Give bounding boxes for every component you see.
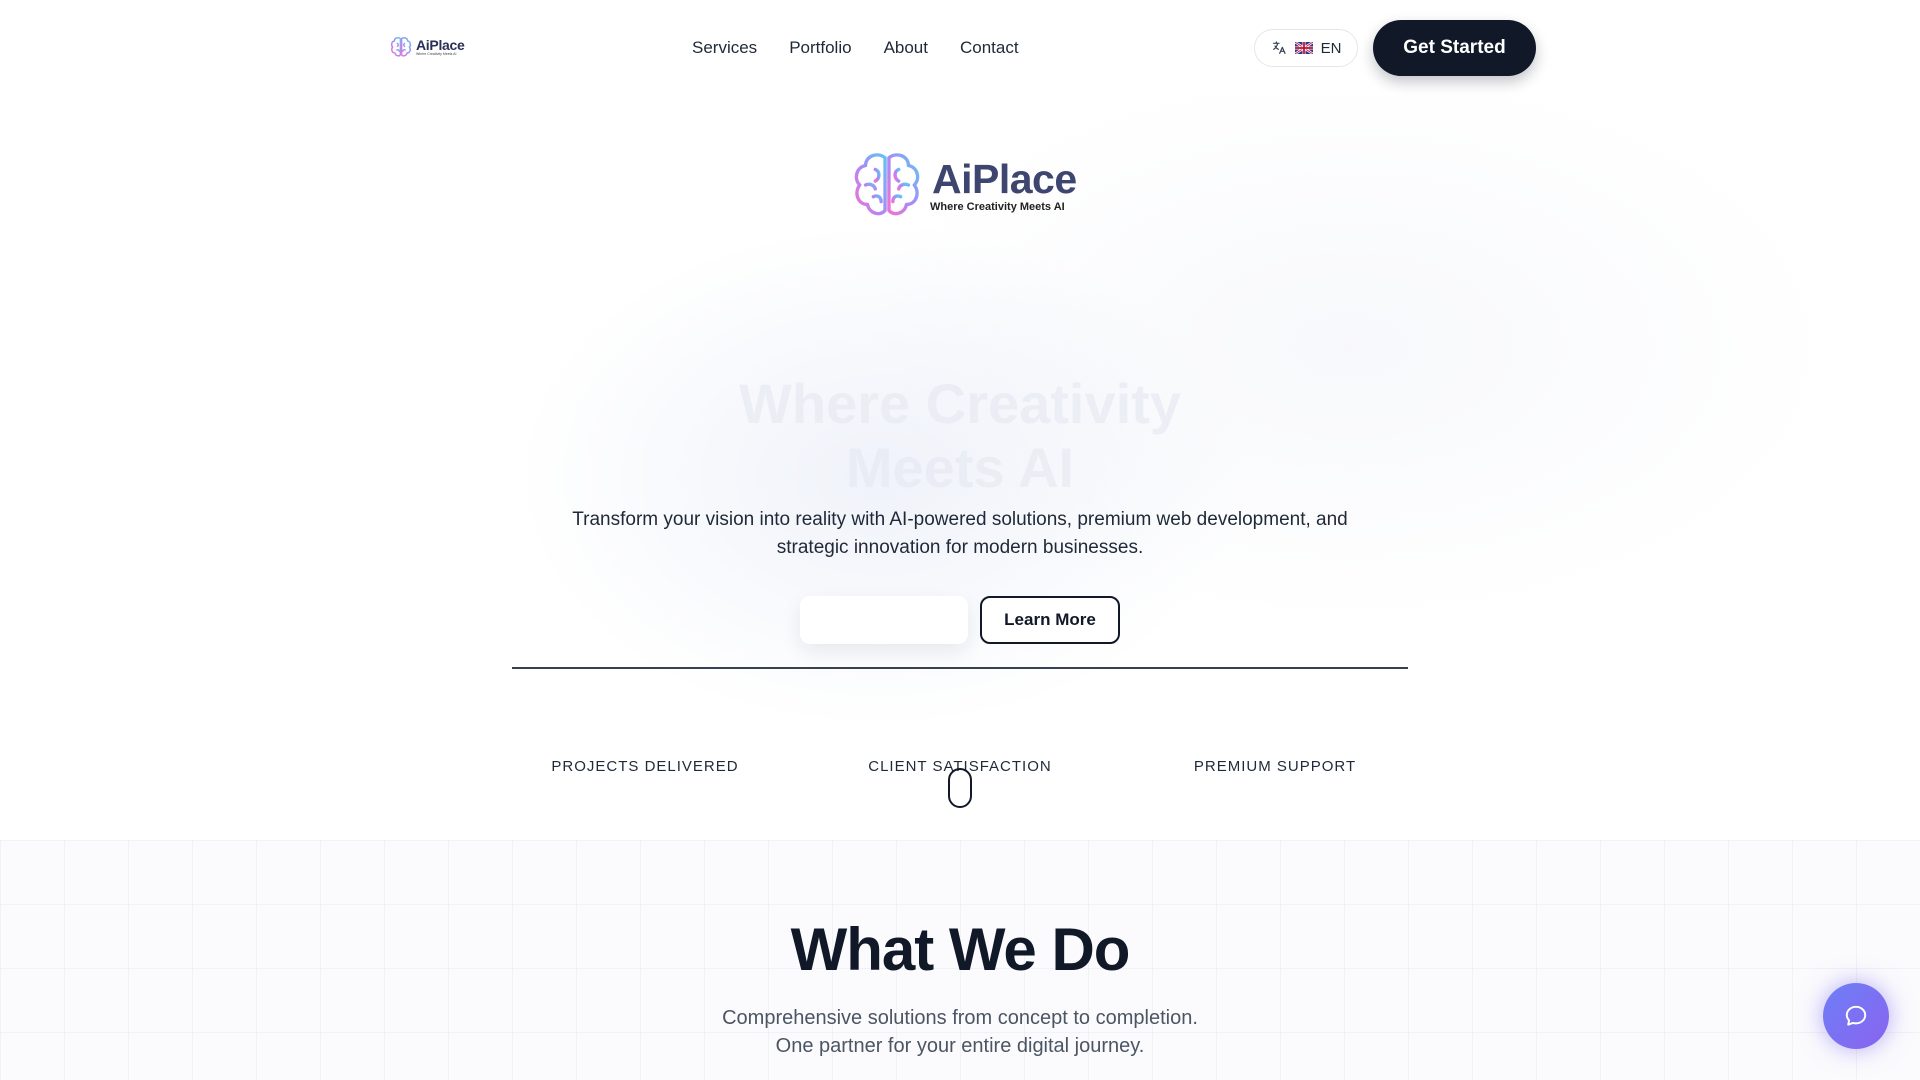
nav-services[interactable]: Services bbox=[692, 36, 757, 60]
get-started-button[interactable]: Get Started bbox=[1373, 20, 1536, 76]
hero-logo-name: AiPlace bbox=[932, 156, 1077, 202]
brain-logo-icon bbox=[390, 37, 412, 57]
primary-hero-button[interactable] bbox=[800, 596, 968, 644]
chat-button[interactable] bbox=[1823, 983, 1889, 1049]
translate-icon bbox=[1272, 41, 1286, 54]
nav-portfolio[interactable]: Portfolio bbox=[789, 36, 851, 60]
hero-logo-tagline: Where Creativity Meets AI bbox=[930, 201, 1065, 213]
brain-logo-icon bbox=[854, 153, 920, 216]
scroll-indicator[interactable] bbox=[948, 768, 972, 808]
hero-logo: AiPlace Where Creativity Meets AI bbox=[848, 146, 1077, 224]
hero-title-line2: Meets AI bbox=[845, 436, 1075, 499]
section-title: What We Do bbox=[790, 916, 1131, 983]
language-code: EN bbox=[1320, 39, 1342, 57]
main-nav: Services Portfolio About Contact bbox=[692, 36, 1019, 60]
logo-name: AiPlace bbox=[416, 36, 465, 53]
section-subtitle-line2: One partner for your entire digital jour… bbox=[775, 1035, 1145, 1057]
header-logo[interactable]: AiPlace Where Creativity Meets AI bbox=[389, 34, 465, 60]
chat-bubble-icon bbox=[1845, 1005, 1867, 1026]
learn-more-button[interactable]: Learn More bbox=[980, 596, 1120, 644]
section-subtitle: Comprehensive solutions from concept to … bbox=[0, 1004, 1920, 1060]
language-selector[interactable]: EN bbox=[1254, 29, 1358, 67]
uk-flag-icon bbox=[1294, 42, 1313, 54]
section-subtitle-line1: Comprehensive solutions from concept to … bbox=[722, 1007, 1198, 1029]
logo-tagline: Where Creativity Meets AI bbox=[416, 51, 457, 56]
hero-title-line1: Where Creativity bbox=[739, 372, 1181, 435]
nav-about[interactable]: About bbox=[884, 36, 928, 60]
nav-contact[interactable]: Contact bbox=[960, 36, 1019, 60]
hero-divider bbox=[512, 667, 1408, 669]
hero-title: Where Creativity Meets AI bbox=[700, 372, 1220, 500]
stat-projects-delivered: PROJECTS DELIVERED bbox=[551, 758, 739, 775]
hero-description: Transform your vision into reality with … bbox=[572, 509, 1348, 558]
stat-premium-support: PREMIUM SUPPORT bbox=[1193, 758, 1357, 775]
site-header: AiPlace Where Creativity Meets AI Servic… bbox=[0, 0, 1920, 96]
